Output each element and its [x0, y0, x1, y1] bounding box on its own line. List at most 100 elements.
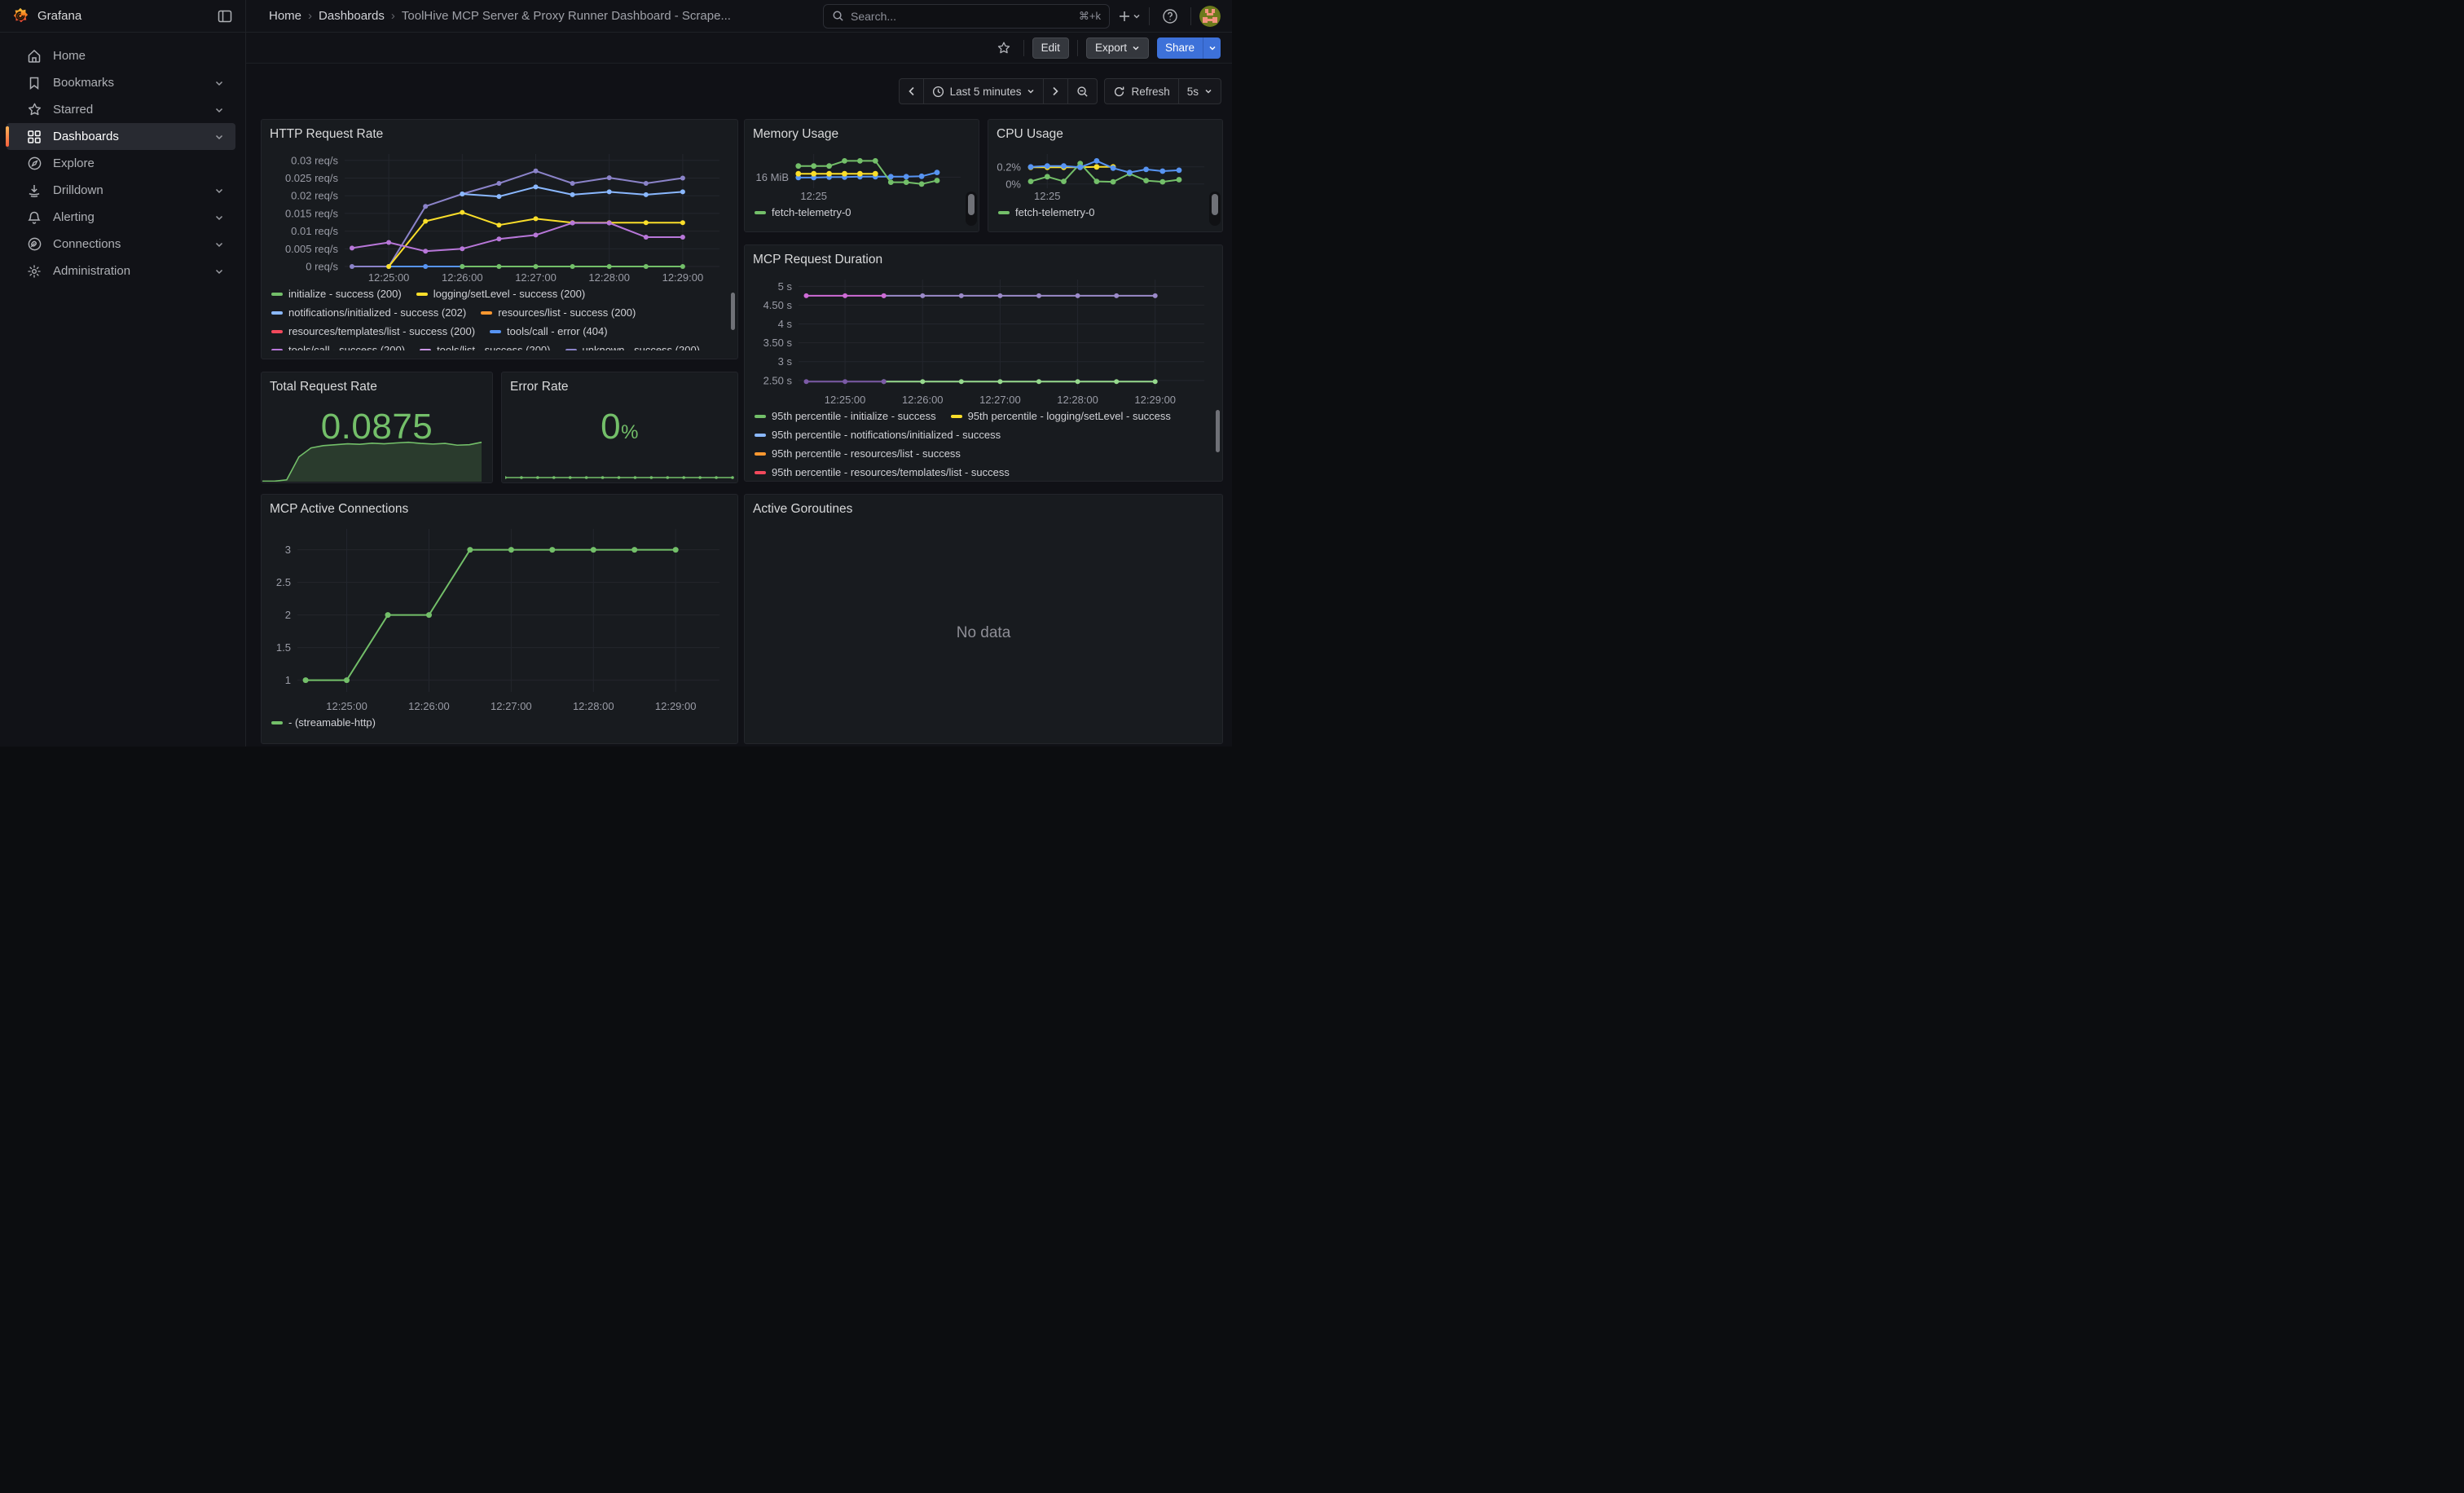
legend-item[interactable]: initialize - success (200): [271, 284, 402, 303]
time-range-label: Last 5 minutes: [950, 86, 1022, 98]
panel-mcp-request-duration: MCP Request Duration 2.50 s3 s3.50 s4 s4…: [744, 244, 1223, 482]
svg-text:0.2%: 0.2%: [997, 161, 1021, 173]
legend-item[interactable]: unknown - success (200): [565, 341, 701, 350]
panel-title[interactable]: Memory Usage: [753, 126, 970, 148]
legend-item[interactable]: 95th percentile - initialize - success: [755, 407, 936, 425]
panel-title[interactable]: Error Rate: [502, 379, 737, 400]
svg-text:12:26:00: 12:26:00: [408, 700, 450, 712]
legend-item[interactable]: resources/templates/list - success (200): [271, 322, 475, 341]
chevron-down-icon[interactable]: [214, 132, 224, 142]
clock-icon: [932, 86, 944, 98]
refresh-interval-label: 5s: [1187, 86, 1199, 98]
svg-text:12:28:00: 12:28:00: [1057, 394, 1098, 406]
panel-title[interactable]: CPU Usage: [997, 126, 1214, 148]
legend-swatch: [565, 349, 577, 351]
legend-item[interactable]: tools/call - error (404): [490, 322, 608, 341]
sidebar-item-administration[interactable]: Administration: [7, 258, 235, 284]
breadcrumb-separator-icon: ›: [308, 9, 312, 23]
legend-swatch: [271, 721, 283, 724]
sidebar-item-alerting[interactable]: Alerting: [7, 204, 235, 231]
help-button[interactable]: [1158, 4, 1182, 29]
chevron-down-icon[interactable]: [214, 213, 224, 222]
panel-title[interactable]: Active Goroutines: [753, 501, 1214, 522]
sidebar-item-home[interactable]: Home: [7, 42, 235, 69]
memory-usage-chart: 16 MiB12:25: [753, 148, 970, 203]
svg-text:0.01 req/s: 0.01 req/s: [291, 225, 338, 237]
share-menu-button[interactable]: [1203, 37, 1221, 59]
active-indicator: [6, 126, 9, 147]
gear-icon: [26, 263, 42, 280]
legend-item[interactable]: 95th percentile - notifications/initiali…: [755, 425, 1001, 444]
sidebar-item-drilldown[interactable]: Drilldown: [7, 177, 235, 204]
svg-text:12:25: 12:25: [1034, 190, 1061, 202]
panel-error-rate: Error Rate 0%: [501, 372, 738, 483]
legend-swatch: [271, 311, 283, 315]
refresh-label: Refresh: [1131, 86, 1169, 98]
panel-title[interactable]: MCP Request Duration: [753, 252, 1214, 273]
divider: [1077, 40, 1078, 56]
sidebar-item-bookmarks[interactable]: Bookmarks: [7, 69, 235, 96]
legend-scrollbar[interactable]: [1209, 192, 1221, 226]
sidebar-item-dashboards[interactable]: Dashboards: [7, 123, 235, 150]
bookmark-icon: [26, 75, 42, 91]
legend-item[interactable]: resources/list - success (200): [481, 303, 636, 322]
export-button[interactable]: Export: [1086, 37, 1149, 59]
dock-menu-icon[interactable]: [214, 6, 235, 27]
legend-item[interactable]: logging/setLevel - success (200): [416, 284, 585, 303]
svg-text:0.02 req/s: 0.02 req/s: [291, 190, 338, 202]
legend-label: resources/list - success (200): [498, 306, 636, 319]
legend-scrollbar[interactable]: [966, 192, 977, 226]
time-shift-back-button[interactable]: [900, 79, 924, 103]
svg-text:1: 1: [285, 674, 291, 686]
search-input[interactable]: Search... ⌘+k: [823, 4, 1110, 29]
svg-text:4.50 s: 4.50 s: [763, 299, 793, 311]
legend-item[interactable]: fetch-telemetry-0: [998, 203, 1095, 222]
sidebar-item-connections[interactable]: Connections: [7, 231, 235, 258]
zoom-out-button[interactable]: [1068, 79, 1097, 103]
share-button[interactable]: Share: [1157, 37, 1203, 59]
legend-item[interactable]: 95th percentile - resources/templates/li…: [755, 463, 1010, 476]
add-new-button[interactable]: [1118, 10, 1141, 23]
sidebar-item-explore[interactable]: Explore: [7, 150, 235, 177]
svg-text:5 s: 5 s: [778, 280, 793, 293]
sidebar-item-starred[interactable]: Starred: [7, 96, 235, 123]
plus-icon: [1118, 10, 1131, 23]
chevron-down-icon[interactable]: [214, 105, 224, 115]
user-avatar[interactable]: [1199, 6, 1221, 27]
legend-item[interactable]: fetch-telemetry-0: [755, 203, 851, 222]
chevron-down-icon[interactable]: [214, 78, 224, 88]
panel-title[interactable]: MCP Active Connections: [270, 501, 729, 522]
chevron-down-icon[interactable]: [214, 240, 224, 249]
legend-label: notifications/initialized - success (202…: [288, 306, 466, 319]
grafana-logo-icon[interactable]: [11, 7, 29, 25]
svg-text:12:28:00: 12:28:00: [573, 700, 614, 712]
panel-title[interactable]: Total Request Rate: [262, 379, 492, 400]
chevron-down-icon: [1027, 87, 1035, 95]
svg-text:2.50 s: 2.50 s: [763, 374, 793, 386]
legend-item[interactable]: 95th percentile - logging/setLevel - suc…: [951, 407, 1171, 425]
legend-item[interactable]: tools/call - success (200): [271, 341, 405, 350]
panel-title[interactable]: HTTP Request Rate: [270, 126, 729, 148]
breadcrumb-current: ToolHive MCP Server & Proxy Runner Dashb…: [402, 9, 731, 23]
time-shift-forward-button[interactable]: [1044, 79, 1068, 103]
legend-scrollbar[interactable]: [731, 293, 735, 330]
legend-item[interactable]: notifications/initialized - success (202…: [271, 303, 466, 322]
legend-swatch: [271, 293, 283, 296]
refresh-interval-picker[interactable]: 5s: [1179, 79, 1221, 103]
time-range-picker[interactable]: Last 5 minutes: [924, 79, 1045, 103]
chevron-down-icon[interactable]: [214, 186, 224, 196]
dashboards-icon: [26, 129, 42, 145]
home-icon: [26, 48, 42, 64]
breadcrumb-dashboards[interactable]: Dashboards: [319, 9, 385, 23]
legend-item[interactable]: 95th percentile - resources/list - succe…: [755, 444, 961, 463]
edit-button[interactable]: Edit: [1032, 37, 1069, 59]
legend-item[interactable]: tools/list - success (200): [420, 341, 550, 350]
chevron-down-icon[interactable]: [214, 266, 224, 276]
sidebar-item-label: Alerting: [53, 210, 214, 224]
favorite-star-button[interactable]: [992, 37, 1015, 59]
refresh-button[interactable]: Refresh: [1105, 79, 1178, 103]
top-nav: Grafana Home › Dashboards › ToolHive MCP…: [0, 0, 1232, 33]
breadcrumb-home[interactable]: Home: [269, 9, 301, 23]
legend-scrollbar[interactable]: [1216, 410, 1220, 452]
legend-item[interactable]: - (streamable-http): [271, 713, 376, 732]
